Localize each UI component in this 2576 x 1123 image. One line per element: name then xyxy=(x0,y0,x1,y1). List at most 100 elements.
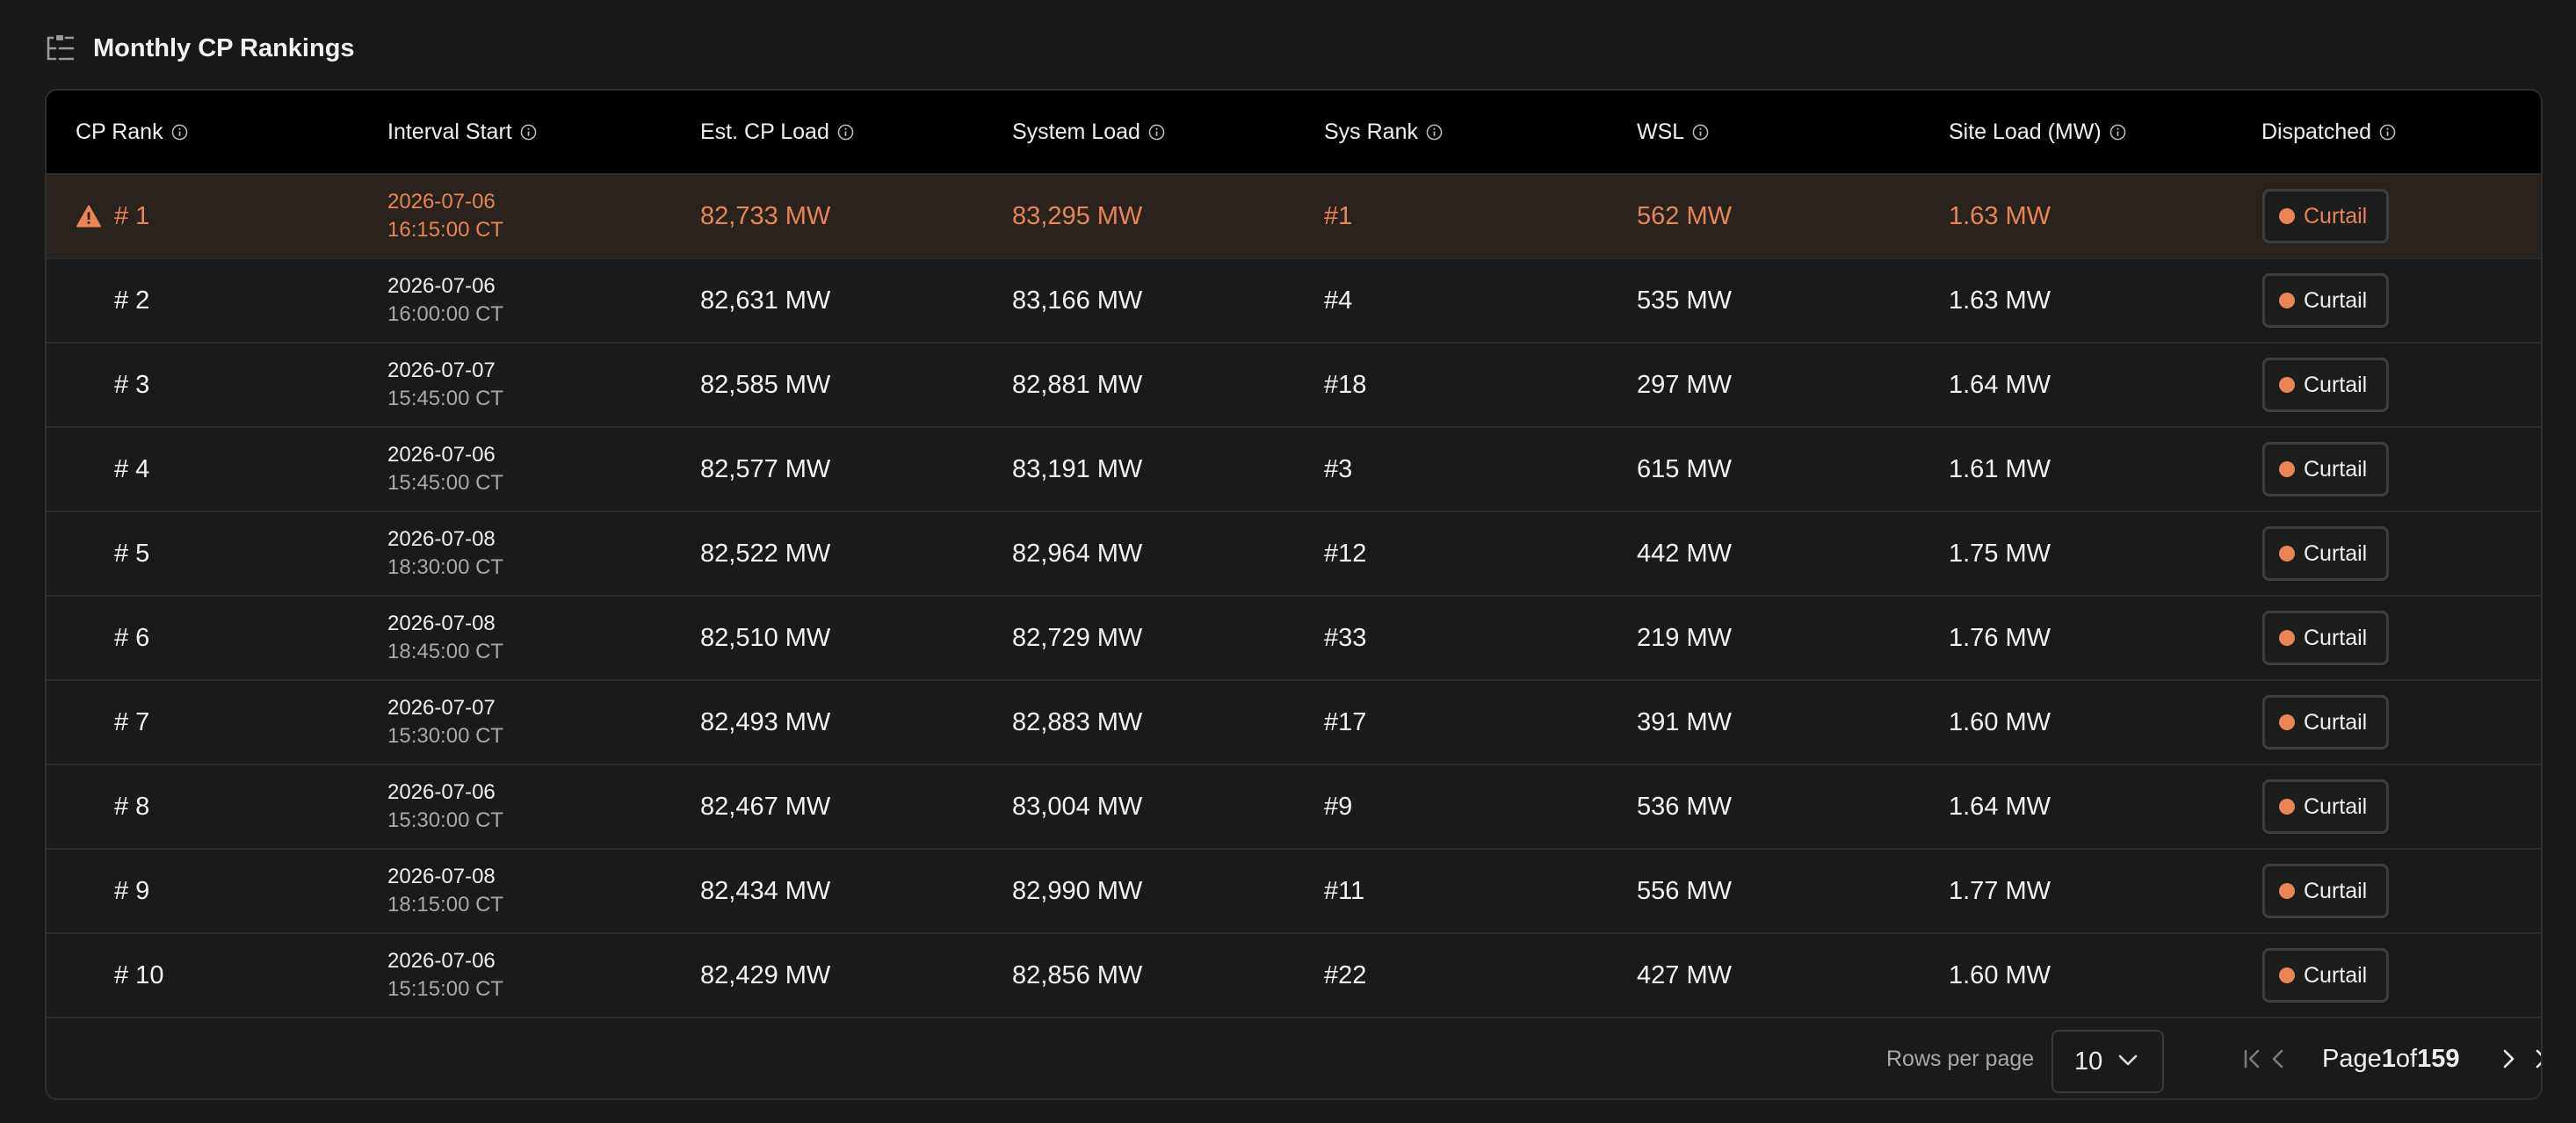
info-icon[interactable] xyxy=(171,124,188,141)
status-dot xyxy=(2279,714,2295,730)
interval-date: 2026-07-06 xyxy=(387,443,496,467)
info-icon[interactable] xyxy=(1148,124,1165,141)
table-row[interactable]: # 8 2026-07-06 15:30:00 CT 82,467 MW 83,004 … xyxy=(47,765,2541,850)
last-page-button[interactable] xyxy=(2529,1046,2541,1072)
curtail-button[interactable]: Curtail xyxy=(2262,358,2389,412)
system-load-cell: 83,004 MW xyxy=(1012,792,1143,821)
status-dot xyxy=(2279,377,2295,393)
table-row[interactable]: # 4 2026-07-06 15:45:00 CT 82,577 MW 83,191 … xyxy=(47,428,2541,512)
chevron-right-icon xyxy=(2503,1049,2514,1069)
interval-date: 2026-07-06 xyxy=(387,780,496,804)
est-cp-load-cell: 82,733 MW xyxy=(700,201,831,230)
curtail-button[interactable]: Curtail xyxy=(2262,273,2389,328)
dispatch-label: Curtail xyxy=(2304,878,2368,903)
column-header-interval-start[interactable]: Interval Start xyxy=(387,91,537,173)
cp-rank-cell: # 6 xyxy=(114,623,150,652)
info-icon[interactable] xyxy=(2109,124,2126,141)
system-load-cell: 82,881 MW xyxy=(1012,370,1143,399)
list-tree-icon xyxy=(44,32,77,65)
interval-date: 2026-07-08 xyxy=(387,612,496,635)
curtail-button[interactable]: Curtail xyxy=(2262,611,2389,665)
next-page-button[interactable] xyxy=(2495,1046,2522,1072)
info-icon[interactable] xyxy=(2379,124,2396,141)
sys-rank-cell: #3 xyxy=(1324,454,1353,483)
interval-start-cell: 2026-07-07 15:30:00 CT xyxy=(387,681,503,764)
status-dot xyxy=(2279,208,2295,224)
table-row[interactable]: # 1 2026-07-06 16:15:00 CT 82,733 MW 83,295 … xyxy=(47,175,2541,259)
est-cp-load-cell: 82,577 MW xyxy=(700,454,831,483)
column-header-sys-rank[interactable]: Sys Rank xyxy=(1324,91,1443,173)
est-cp-load-cell: 82,522 MW xyxy=(700,539,831,568)
table-row[interactable]: # 3 2026-07-07 15:45:00 CT 82,585 MW 82,881 … xyxy=(47,344,2541,428)
info-icon[interactable] xyxy=(1692,124,1709,141)
wsl-cell: 536 MW xyxy=(1637,792,1732,821)
interval-start-cell: 2026-07-06 15:15:00 CT xyxy=(387,934,503,1017)
cp-rank-cell: # 10 xyxy=(114,960,164,989)
chevron-left-icon xyxy=(2272,1049,2283,1069)
site-load-cell: 1.77 MW xyxy=(1949,876,2051,905)
interval-date: 2026-07-06 xyxy=(387,274,496,298)
est-cp-load-cell: 82,429 MW xyxy=(700,960,831,989)
table-row[interactable]: # 9 2026-07-08 18:15:00 CT 82,434 MW 82,990 … xyxy=(47,850,2541,934)
est-cp-load-cell: 82,631 MW xyxy=(700,286,831,315)
info-icon[interactable] xyxy=(837,124,854,141)
curtail-button[interactable]: Curtail xyxy=(2262,948,2389,1003)
system-load-cell: 82,729 MW xyxy=(1012,623,1143,652)
site-load-cell: 1.63 MW xyxy=(1949,286,2051,315)
prev-page-button[interactable] xyxy=(2265,1046,2291,1072)
curtail-button[interactable]: Curtail xyxy=(2262,695,2389,750)
cp-rank-cell: # 4 xyxy=(114,454,150,483)
interval-time: 15:45:00 CT xyxy=(387,387,504,410)
table-row[interactable]: # 2 2026-07-06 16:00:00 CT 82,631 MW 83,166 … xyxy=(47,259,2541,344)
interval-time: 15:45:00 CT xyxy=(387,471,504,495)
est-cp-load-cell: 82,585 MW xyxy=(700,370,831,399)
info-icon[interactable] xyxy=(520,124,537,141)
interval-time: 15:30:00 CT xyxy=(387,808,504,832)
wsl-cell: 556 MW xyxy=(1637,876,1732,905)
table-row[interactable]: # 10 2026-07-06 15:15:00 CT 82,429 MW 82,856… xyxy=(47,934,2541,1018)
first-page-icon xyxy=(2244,1049,2260,1069)
wsl-cell: 442 MW xyxy=(1637,539,1732,568)
curtail-button[interactable]: Curtail xyxy=(2262,864,2389,918)
interval-date: 2026-07-08 xyxy=(387,527,496,551)
interval-date: 2026-07-06 xyxy=(387,190,496,214)
info-icon[interactable] xyxy=(1426,124,1443,141)
status-dot xyxy=(2279,967,2295,983)
rows-per-page-value: 10 xyxy=(2074,1047,2103,1076)
table-row[interactable]: # 7 2026-07-07 15:30:00 CT 82,493 MW 82,883 … xyxy=(47,681,2541,765)
status-dot xyxy=(2279,546,2295,562)
table-row[interactable]: # 6 2026-07-08 18:45:00 CT 82,510 MW 82,729 … xyxy=(47,597,2541,681)
column-header-dispatched[interactable]: Dispatched xyxy=(2261,91,2396,173)
last-page-icon xyxy=(2536,1049,2541,1069)
column-header-wsl[interactable]: WSL xyxy=(1637,91,1709,173)
column-header-system-load[interactable]: System Load xyxy=(1012,91,1165,173)
column-header-est-cp-load[interactable]: Est. CP Load xyxy=(700,91,854,173)
warning-triangle-icon xyxy=(76,205,101,228)
curtail-button[interactable]: Curtail xyxy=(2262,526,2389,581)
cp-rank-cell: # 7 xyxy=(114,707,150,736)
site-load-cell: 1.64 MW xyxy=(1949,370,2051,399)
rankings-table: CP Rank Interval Start Est. CP Load Syst… xyxy=(45,89,2543,1100)
interval-start-cell: 2026-07-07 15:45:00 CT xyxy=(387,344,503,426)
column-header-site-load[interactable]: Site Load (MW) xyxy=(1949,91,2126,173)
table-row[interactable]: # 5 2026-07-08 18:30:00 CT 82,522 MW 82,964 … xyxy=(47,512,2541,597)
dispatch-label: Curtail xyxy=(2304,540,2368,566)
system-load-cell: 83,191 MW xyxy=(1012,454,1143,483)
chevron-down-icon xyxy=(2118,1054,2138,1066)
sys-rank-cell: #1 xyxy=(1324,201,1353,230)
interval-date: 2026-07-07 xyxy=(387,359,496,382)
curtail-button[interactable]: Curtail xyxy=(2262,189,2389,243)
curtail-button[interactable]: Curtail xyxy=(2262,442,2389,496)
dispatch-label: Curtail xyxy=(2304,962,2368,988)
column-header-cp-rank[interactable]: CP Rank xyxy=(76,91,188,173)
interval-start-cell: 2026-07-08 18:45:00 CT xyxy=(387,597,503,679)
site-load-cell: 1.64 MW xyxy=(1949,792,2051,821)
site-load-cell: 1.61 MW xyxy=(1949,454,2051,483)
cp-rank-cell: # 9 xyxy=(114,876,150,905)
cp-rank-cell: # 2 xyxy=(114,286,150,315)
section-header: Monthly CP Rankings xyxy=(44,30,355,67)
interval-date: 2026-07-07 xyxy=(387,696,496,720)
first-page-button[interactable] xyxy=(2240,1046,2266,1072)
curtail-button[interactable]: Curtail xyxy=(2262,779,2389,834)
rows-per-page-select[interactable]: 10 xyxy=(2051,1030,2164,1093)
